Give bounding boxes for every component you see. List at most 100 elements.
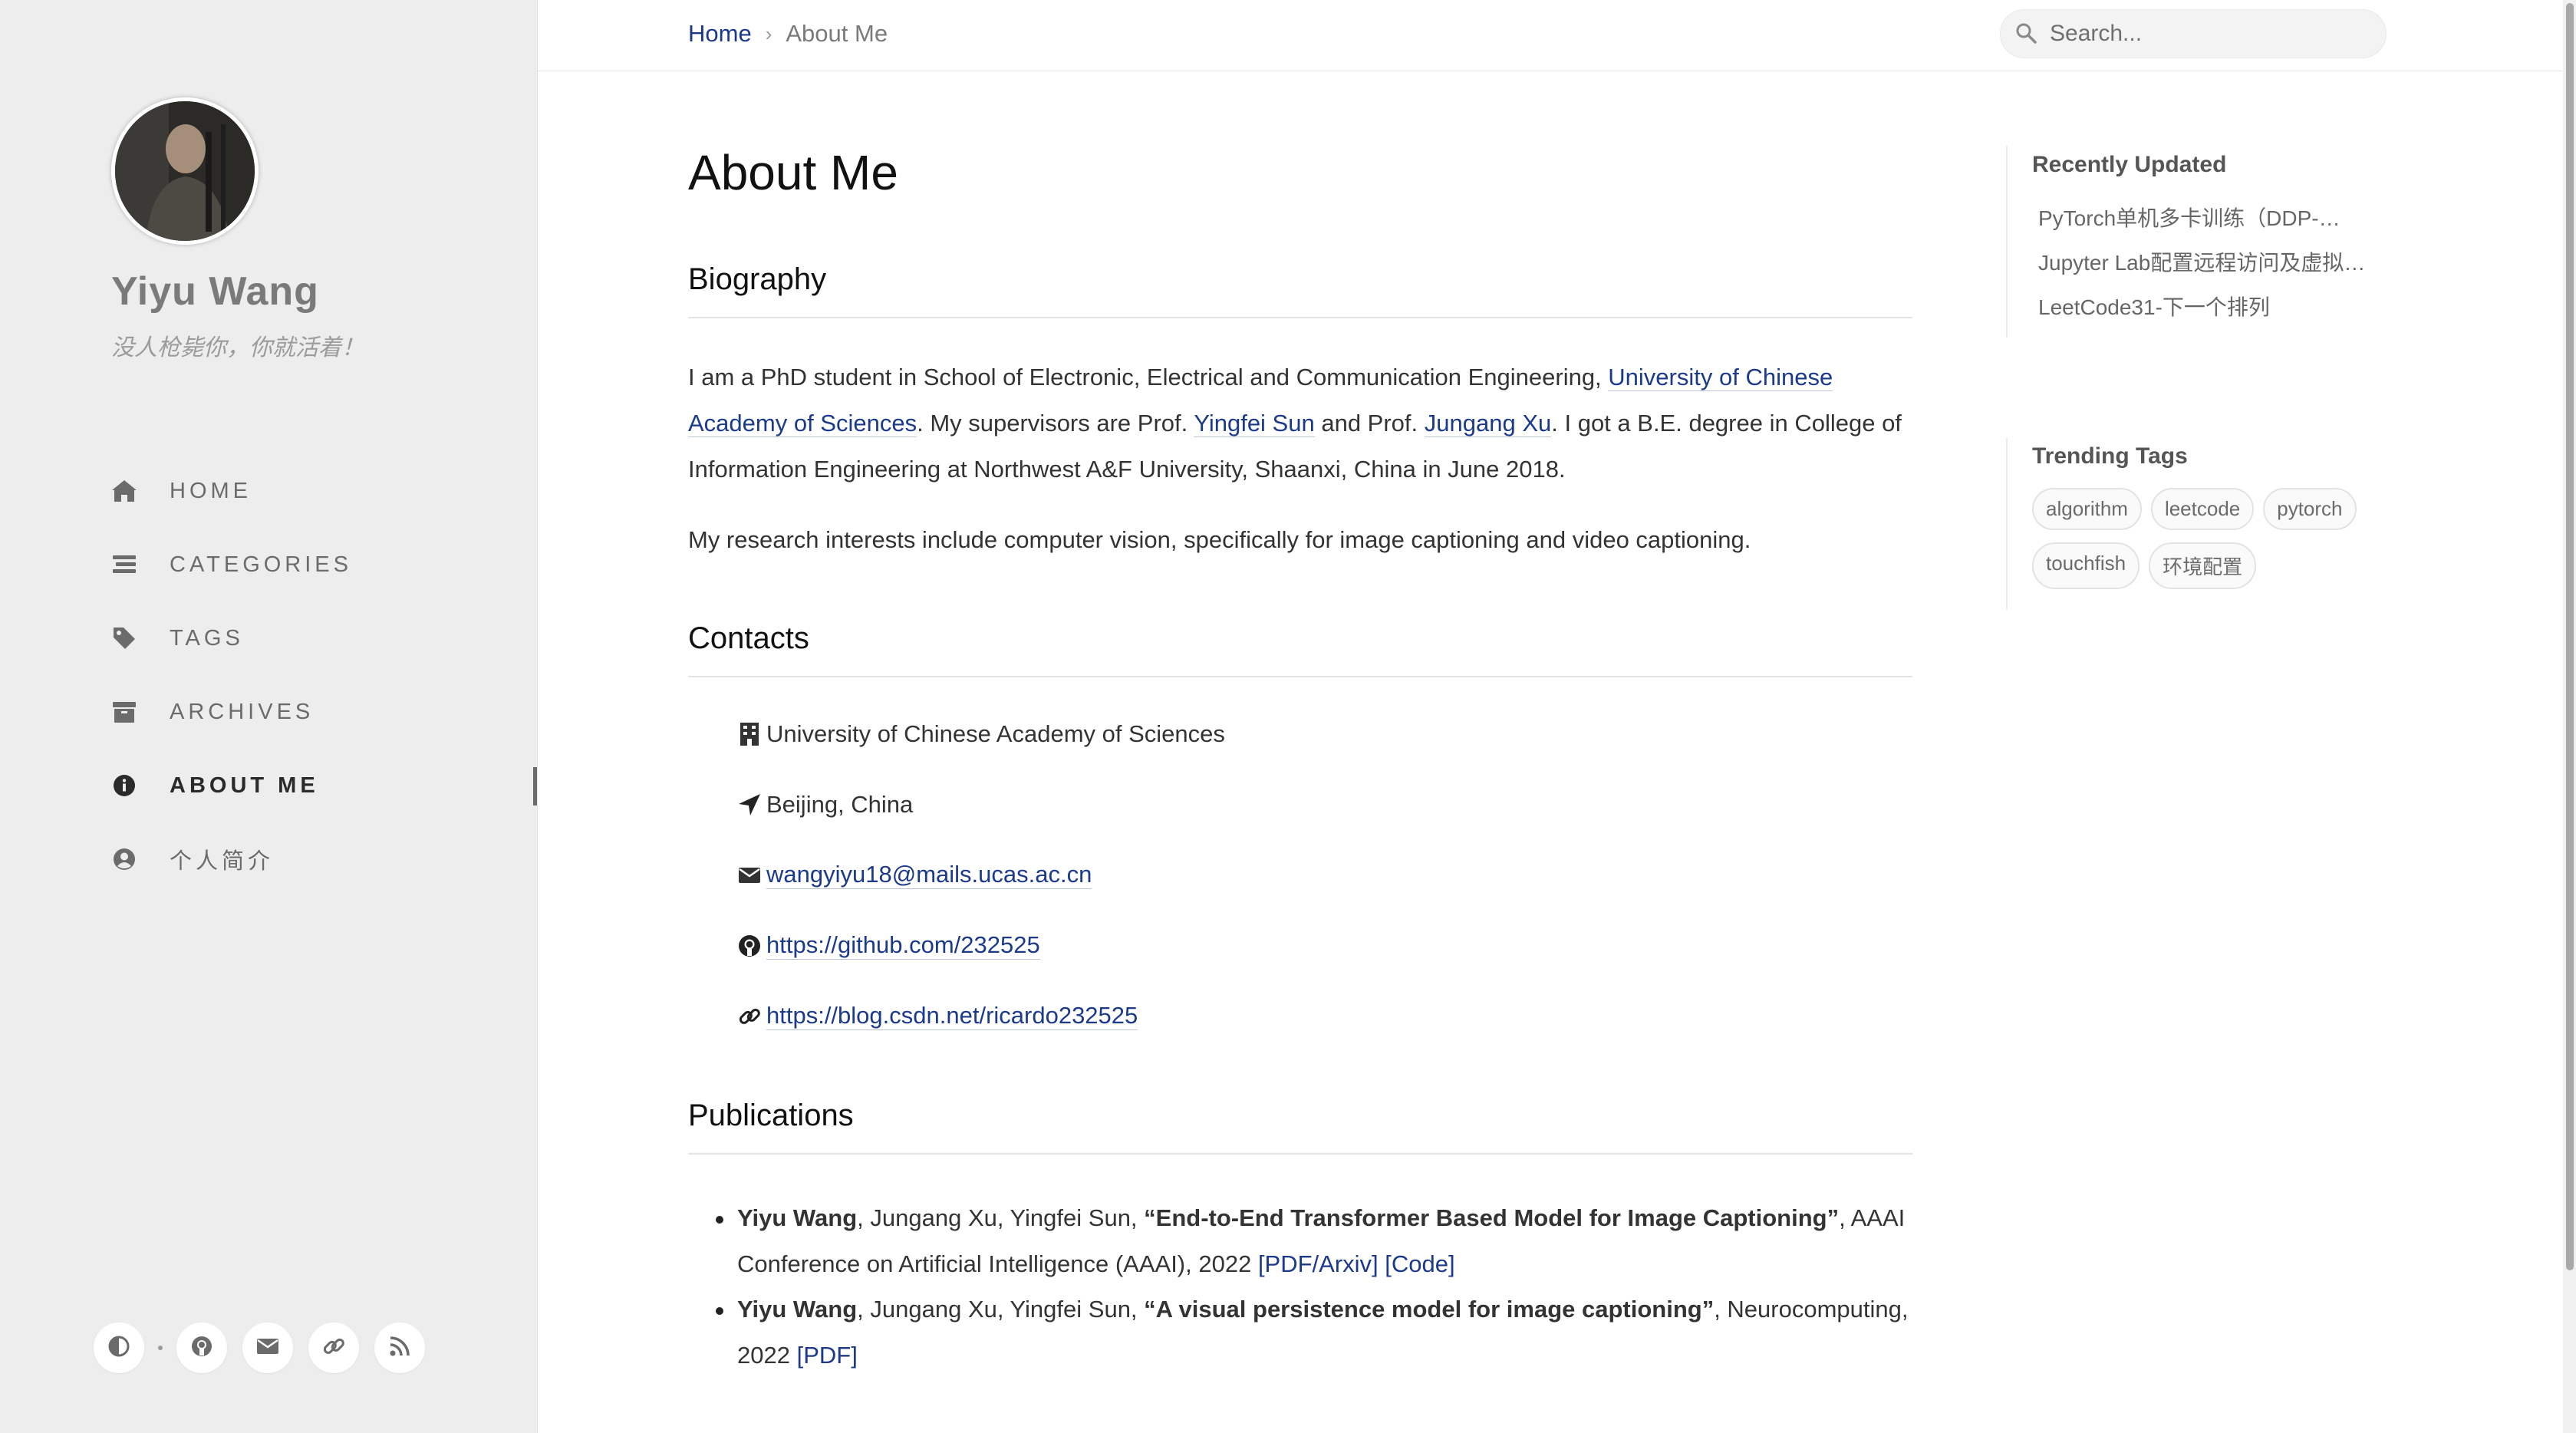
breadcrumb-home-link[interactable]: Home (688, 20, 752, 48)
biography-heading: Biography (688, 262, 1912, 318)
bio-text: . I got a B.E. degree in College of (1551, 410, 1902, 436)
biography-paragraph: I am a PhD student in School of Electron… (688, 354, 1912, 492)
pub-venue: Conference on Artificial Intelligence (A… (737, 1250, 1258, 1277)
pub-pdf-link[interactable]: [PDF/Arxiv] (1258, 1250, 1379, 1277)
publication-item: Yiyu Wang, Jungang Xu, Yingfei Sun, “End… (716, 1195, 1911, 1287)
nav-item-categories[interactable]: CATEGORIES (111, 528, 537, 601)
email-button[interactable] (242, 1323, 293, 1373)
search-icon (2014, 21, 2039, 46)
tag-algorithm[interactable]: algorithm (2032, 488, 2142, 530)
github-link[interactable]: https://github.com/232525 (766, 931, 1040, 960)
pub-code-link[interactable]: [Code] (1385, 1250, 1454, 1277)
site-subtitle: 没人枪毙你，你就活着！ (111, 335, 364, 361)
publication-item: Yiyu Wang, Jungang Xu, Yingfei Sun, “A v… (716, 1286, 1911, 1379)
nav-label: 个人简介 (170, 849, 275, 874)
pub-title: “A visual persistence model for image ca… (1144, 1296, 1715, 1323)
nav-label: CATEGORIES (170, 552, 352, 577)
yingfei-sun-link[interactable]: Yingfei Sun (1194, 410, 1315, 437)
pub-pdf-link[interactable]: [PDF] (797, 1342, 858, 1369)
nav-item-archives[interactable]: ARCHIVES (111, 675, 537, 749)
breadcrumb: Home › About Me (688, 20, 888, 48)
blog-link[interactable]: https://blog.csdn.net/ricardo232525 (766, 1002, 1138, 1030)
archive-icon (111, 699, 137, 725)
location-arrow-icon (737, 792, 762, 817)
pub-authors: , Jungang Xu, Yingfei Sun, (857, 1296, 1145, 1323)
nav-item-home[interactable]: HOME (111, 454, 537, 528)
search-box[interactable] (2000, 9, 2387, 58)
site-title[interactable]: Yiyu Wang (111, 268, 319, 315)
nav-label: ARCHIVES (170, 699, 315, 724)
sidebar-footer (94, 1323, 440, 1373)
theme-toggle-icon (107, 1335, 130, 1362)
contact-text: Beijing, China (766, 791, 914, 818)
nav-label: TAGS (170, 625, 244, 651)
nav-label: HOME (170, 478, 252, 503)
pub-venue: , Neurocomputing, (1714, 1296, 1909, 1323)
trending-tags-title: Trending Tags (2032, 443, 2188, 469)
sidebar: Yiyu Wang 没人枪毙你，你就活着！ HOME CATEGORIES TA… (0, 0, 538, 1433)
breadcrumb-separator: › (765, 21, 772, 45)
avatar-photo (115, 101, 255, 241)
nav-item-profile-cn[interactable]: 个人简介 (111, 822, 537, 896)
link-icon (322, 1335, 345, 1362)
tag-icon (111, 625, 137, 651)
sidebar-nav: HOME CATEGORIES TAGS ARCHIVES ABOUT ME 个… (111, 454, 537, 896)
breadcrumb-current: About Me (786, 20, 888, 47)
github-icon (737, 934, 762, 958)
contact-text: University of Chinese Academy of Science… (766, 720, 1225, 747)
link-button[interactable] (308, 1323, 359, 1373)
bio-text: . My supervisors are Prof. (917, 410, 1194, 436)
envelope-icon (737, 863, 762, 888)
recent-post-link[interactable]: PyTorch单机多卡训练（DDP-… (2032, 196, 2376, 241)
recently-updated-panel: Recently Updated PyTorch单机多卡训练（DDP-… Jup… (2006, 146, 2400, 338)
email-link[interactable]: wangyiyu18@mails.ucas.ac.cn (766, 861, 1092, 889)
contact-github: https://github.com/232525 (737, 931, 1040, 960)
research-interests-paragraph: My research interests include computer v… (688, 526, 1751, 553)
contacts-heading: Contacts (688, 621, 1912, 677)
tag-touchfish[interactable]: touchfish (2032, 542, 2140, 589)
page-scrollbar[interactable] (2563, 0, 2576, 1433)
info-circle-icon (111, 773, 137, 799)
contact-location: Beijing, China (737, 791, 913, 819)
rss-icon (389, 1336, 410, 1361)
jungang-xu-link[interactable]: Jungang Xu (1424, 410, 1552, 437)
link-icon (737, 1004, 762, 1029)
publications-heading: Publications (688, 1099, 1912, 1155)
pub-author-self: Yiyu Wang (737, 1296, 858, 1323)
trending-tags-panel: Trending Tags algorithm leetcode pytorch… (2006, 437, 2400, 610)
github-icon (190, 1335, 213, 1362)
theme-toggle-button[interactable] (94, 1323, 144, 1373)
pub-author-self: Yiyu Wang (737, 1204, 858, 1231)
recently-updated-title: Recently Updated (2032, 152, 2227, 177)
avatar[interactable] (111, 97, 259, 245)
page-title: About Me (688, 145, 898, 200)
ucas-link-cont[interactable]: Academy of Sciences (688, 410, 917, 437)
user-circle-icon (111, 846, 137, 872)
bio-text: I am a PhD student in School of Electron… (688, 364, 1609, 390)
recent-post-link[interactable]: LeetCode31-下一个排列 (2032, 285, 2376, 330)
scrollbar-thumb[interactable] (2566, 3, 2574, 1270)
contact-email: wangyiyu18@mails.ucas.ac.cn (737, 861, 1092, 889)
email-icon (256, 1337, 279, 1359)
github-button[interactable] (176, 1323, 227, 1373)
contact-organization: University of Chinese Academy of Science… (737, 720, 1225, 748)
ucas-link[interactable]: University of Chinese (1608, 364, 1833, 391)
tag-env-config[interactable]: 环境配置 (2149, 542, 2257, 589)
tag-leetcode[interactable]: leetcode (2150, 488, 2255, 530)
pub-title: “End-to-End Transformer Based Model for … (1144, 1204, 1840, 1231)
nav-label: ABOUT ME (170, 773, 319, 798)
search-input[interactable] (2048, 20, 2358, 48)
building-icon (737, 722, 762, 746)
tag-pytorch[interactable]: pytorch (2263, 488, 2357, 530)
pub-authors: , Jungang Xu, Yingfei Sun, (857, 1204, 1145, 1231)
nav-item-tags[interactable]: TAGS (111, 601, 537, 675)
footer-separator (158, 1346, 163, 1350)
topbar: Home › About Me (538, 0, 2563, 71)
nav-item-about-me[interactable]: ABOUT ME (111, 749, 537, 822)
rss-button[interactable] (374, 1323, 425, 1373)
home-icon (111, 478, 137, 504)
stream-icon (111, 552, 137, 578)
recent-post-link[interactable]: Jupyter Lab配置远程访问及虚拟环境 (2032, 241, 2376, 285)
bio-text: Information Engineering at Northwest A&F… (688, 456, 1566, 483)
pub-venue: , AAAI (1839, 1204, 1906, 1231)
